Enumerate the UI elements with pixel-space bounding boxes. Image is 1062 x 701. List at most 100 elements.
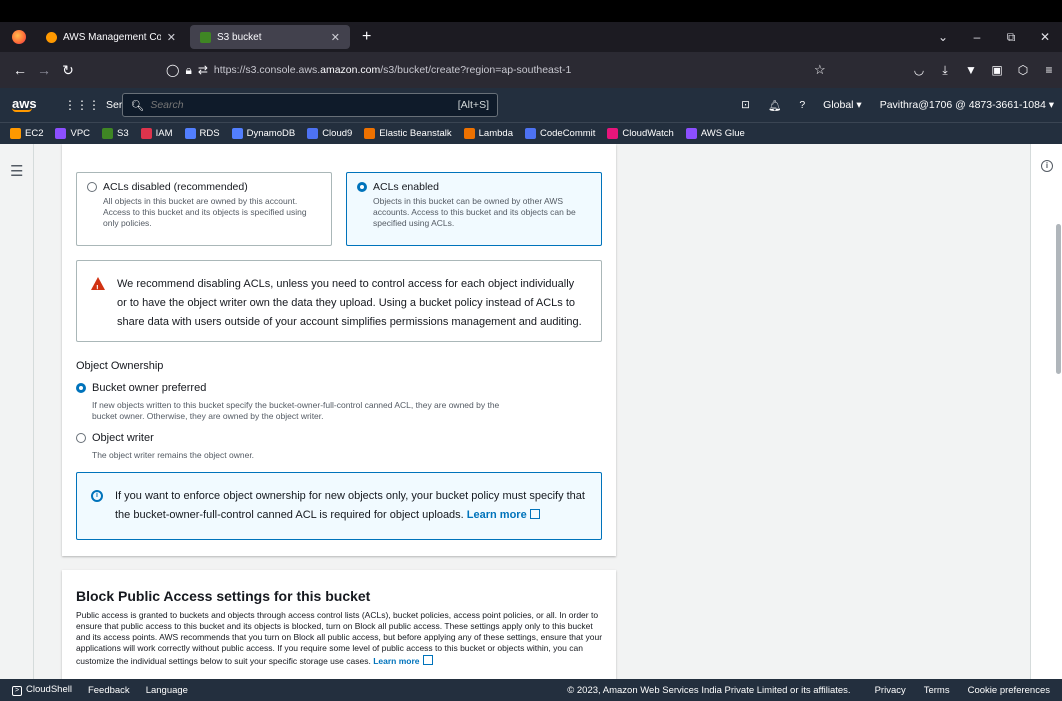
feedback-link[interactable]: Feedback xyxy=(88,685,130,696)
minimize-button[interactable]: – xyxy=(960,30,994,44)
hamburger-menu-icon[interactable]: ☰ xyxy=(10,162,23,180)
info-icon: i xyxy=(91,490,103,502)
reload-icon[interactable]: ↻ xyxy=(56,62,80,79)
search-input[interactable] xyxy=(150,99,452,111)
title-strip xyxy=(0,0,1062,22)
close-icon[interactable]: ✕ xyxy=(167,31,176,44)
menu-icon[interactable]: ≡ xyxy=(1036,63,1062,77)
close-window-button[interactable]: ✕ xyxy=(1028,30,1062,44)
favorite-vpc[interactable]: VPC xyxy=(55,128,90,139)
aws-top-nav: aws ⋮⋮⋮ Services 🔍︎ [Alt+S] ⊡ 🔔︎ ? Globa… xyxy=(0,88,1062,122)
warning-text: We recommend disabling ACLs, unless you … xyxy=(117,278,582,328)
cloudshell-footer-icon: > xyxy=(12,686,22,696)
bpa-learn-more-link[interactable]: Learn more xyxy=(373,655,433,666)
cloudshell-button[interactable]: > CloudShell xyxy=(12,684,72,696)
external-link-icon xyxy=(529,509,540,519)
search-box[interactable]: 🔍︎ [Alt+S] xyxy=(122,93,498,117)
bucket-owner-preferred-radio[interactable] xyxy=(76,383,86,393)
tab-title: AWS Management Console xyxy=(63,31,161,43)
nav-bar: ← → ↻ ◯ 🔒︎ ⇄ https://s3.console.aws.amaz… xyxy=(0,52,1062,88)
privacy-link[interactable]: Privacy xyxy=(875,685,906,696)
bucket-owner-preferred-label: Bucket owner preferred xyxy=(92,382,207,394)
object-ownership-panel: ACLs disabled (recommended) All objects … xyxy=(62,144,616,556)
favorite-iam[interactable]: IAM xyxy=(140,128,173,139)
favorite-s3[interactable]: S3 xyxy=(102,128,129,139)
region-selector[interactable]: Global ▾ xyxy=(823,99,862,111)
cloud9-icon xyxy=(307,128,319,139)
external-link-icon xyxy=(422,655,433,665)
favorite-dynamodb[interactable]: DynamoDB xyxy=(231,128,295,139)
new-tab-button[interactable]: + xyxy=(354,28,379,46)
bookmark-star-icon[interactable]: ☆ xyxy=(814,62,826,78)
favorites-bar: EC2 VPC S3 IAM RDS DynamoDB Cloud9 Elast… xyxy=(0,122,1062,144)
ownership-info-alert: i If you want to enforce object ownershi… xyxy=(76,472,602,540)
rds-icon xyxy=(184,128,196,139)
extensions-icon[interactable]: ⬡ xyxy=(1010,63,1036,77)
back-icon[interactable]: ← xyxy=(8,62,32,78)
page-scrollbar[interactable] xyxy=(1056,224,1061,374)
bpa-description: Public access is granted to buckets and … xyxy=(76,610,603,666)
vpc-icon xyxy=(55,128,67,139)
console-footer: > CloudShell Feedback Language © 2023, Am… xyxy=(0,679,1062,701)
s3-icon xyxy=(102,128,114,139)
learn-more-link[interactable]: Learn more xyxy=(467,509,540,521)
pocket-icon[interactable]: ◡ xyxy=(906,63,932,77)
url-bar[interactable]: ◯ 🔒︎ ⇄ https://s3.console.aws.amazon.com… xyxy=(166,58,606,82)
favorite-lambda[interactable]: Lambda xyxy=(463,128,513,139)
object-ownership-label: Object Ownership xyxy=(76,360,164,372)
cookie-preferences-link[interactable]: Cookie preferences xyxy=(968,685,1050,696)
favorite-ec2[interactable]: EC2 xyxy=(10,128,43,139)
notifications-icon[interactable]: 🔔︎ xyxy=(768,99,781,112)
aws-glue-icon xyxy=(685,128,697,139)
favorite-codecommit[interactable]: CodeCommit xyxy=(524,128,595,139)
tab-s3-bucket[interactable]: S3 bucket ✕ xyxy=(190,25,350,49)
account-menu[interactable]: Pavithra@1706 @ 4873-3661-1084 ▾ xyxy=(880,99,1054,111)
acl-enabled-desc: Objects in this bucket can be owned by o… xyxy=(373,196,576,228)
favorite-rds[interactable]: RDS xyxy=(184,128,220,139)
lock-icon[interactable]: 🔒︎ xyxy=(185,63,191,78)
download-icon[interactable]: ⤓ xyxy=(932,63,958,78)
info-panel-icon[interactable]: i xyxy=(1041,160,1053,172)
object-writer-radio[interactable] xyxy=(76,433,86,443)
extension-v-icon[interactable]: ▼ xyxy=(958,63,984,77)
restore-button[interactable]: ⧉ xyxy=(994,30,1028,45)
extension-square-icon[interactable]: ▣ xyxy=(984,63,1010,77)
url-text: https://s3.console.aws.amazon.com/s3/buc… xyxy=(213,64,572,76)
acl-warning-alert: We recommend disabling ACLs, unless you … xyxy=(76,260,602,342)
cloudwatch-icon xyxy=(607,128,619,139)
block-public-access-panel: Block Public Access settings for this bu… xyxy=(62,570,616,679)
acl-enabled-radio[interactable] xyxy=(357,182,367,192)
favorite-elastic-beanstalk[interactable]: Elastic Beanstalk xyxy=(364,128,452,139)
grid-icon: ⋮⋮⋮ xyxy=(64,98,100,112)
cloudshell-icon[interactable]: ⊡ xyxy=(741,99,750,111)
terms-link[interactable]: Terms xyxy=(924,685,950,696)
acl-enabled-tile[interactable]: ACLs enabled Objects in this bucket can … xyxy=(346,172,602,246)
language-link[interactable]: Language xyxy=(146,685,188,696)
firefox-icon[interactable] xyxy=(12,30,26,44)
tab-aws-console[interactable]: AWS Management Console ✕ xyxy=(36,25,186,49)
bucket-owner-preferred-option[interactable]: Bucket owner preferred xyxy=(76,382,206,394)
forward-icon[interactable]: → xyxy=(32,62,56,78)
acl-disabled-tile[interactable]: ACLs disabled (recommended) All objects … xyxy=(76,172,332,246)
page-content: ☰ ACLs disabled (recommended) All object… xyxy=(0,144,1062,679)
permissions-icon[interactable]: ⇄ xyxy=(198,63,208,77)
close-icon[interactable]: ✕ xyxy=(331,31,340,44)
aws-logo[interactable]: aws xyxy=(12,97,50,112)
list-tabs-icon[interactable]: ⌄ xyxy=(926,30,960,44)
iam-icon xyxy=(140,128,152,139)
object-writer-desc: The object writer remains the object own… xyxy=(92,450,255,460)
bucket-owner-preferred-desc: If new objects written to this bucket sp… xyxy=(92,400,500,421)
favorite-aws-glue[interactable]: AWS Glue xyxy=(685,128,745,139)
bpa-title: Block Public Access settings for this bu… xyxy=(76,588,371,604)
elastic-beanstalk-icon xyxy=(364,128,376,139)
help-icon[interactable]: ? xyxy=(799,99,805,111)
favorite-cloud9[interactable]: Cloud9 xyxy=(307,128,352,139)
codecommit-icon xyxy=(524,128,536,139)
acl-disabled-radio[interactable] xyxy=(87,182,97,192)
object-writer-option[interactable]: Object writer xyxy=(76,432,154,444)
shield-icon[interactable]: ◯ xyxy=(166,63,179,77)
favorite-cloudwatch[interactable]: CloudWatch xyxy=(607,128,674,139)
search-shortcut: [Alt+S] xyxy=(457,99,489,111)
dynamodb-icon xyxy=(231,128,243,139)
copyright-text: © 2023, Amazon Web Services India Privat… xyxy=(567,684,851,696)
